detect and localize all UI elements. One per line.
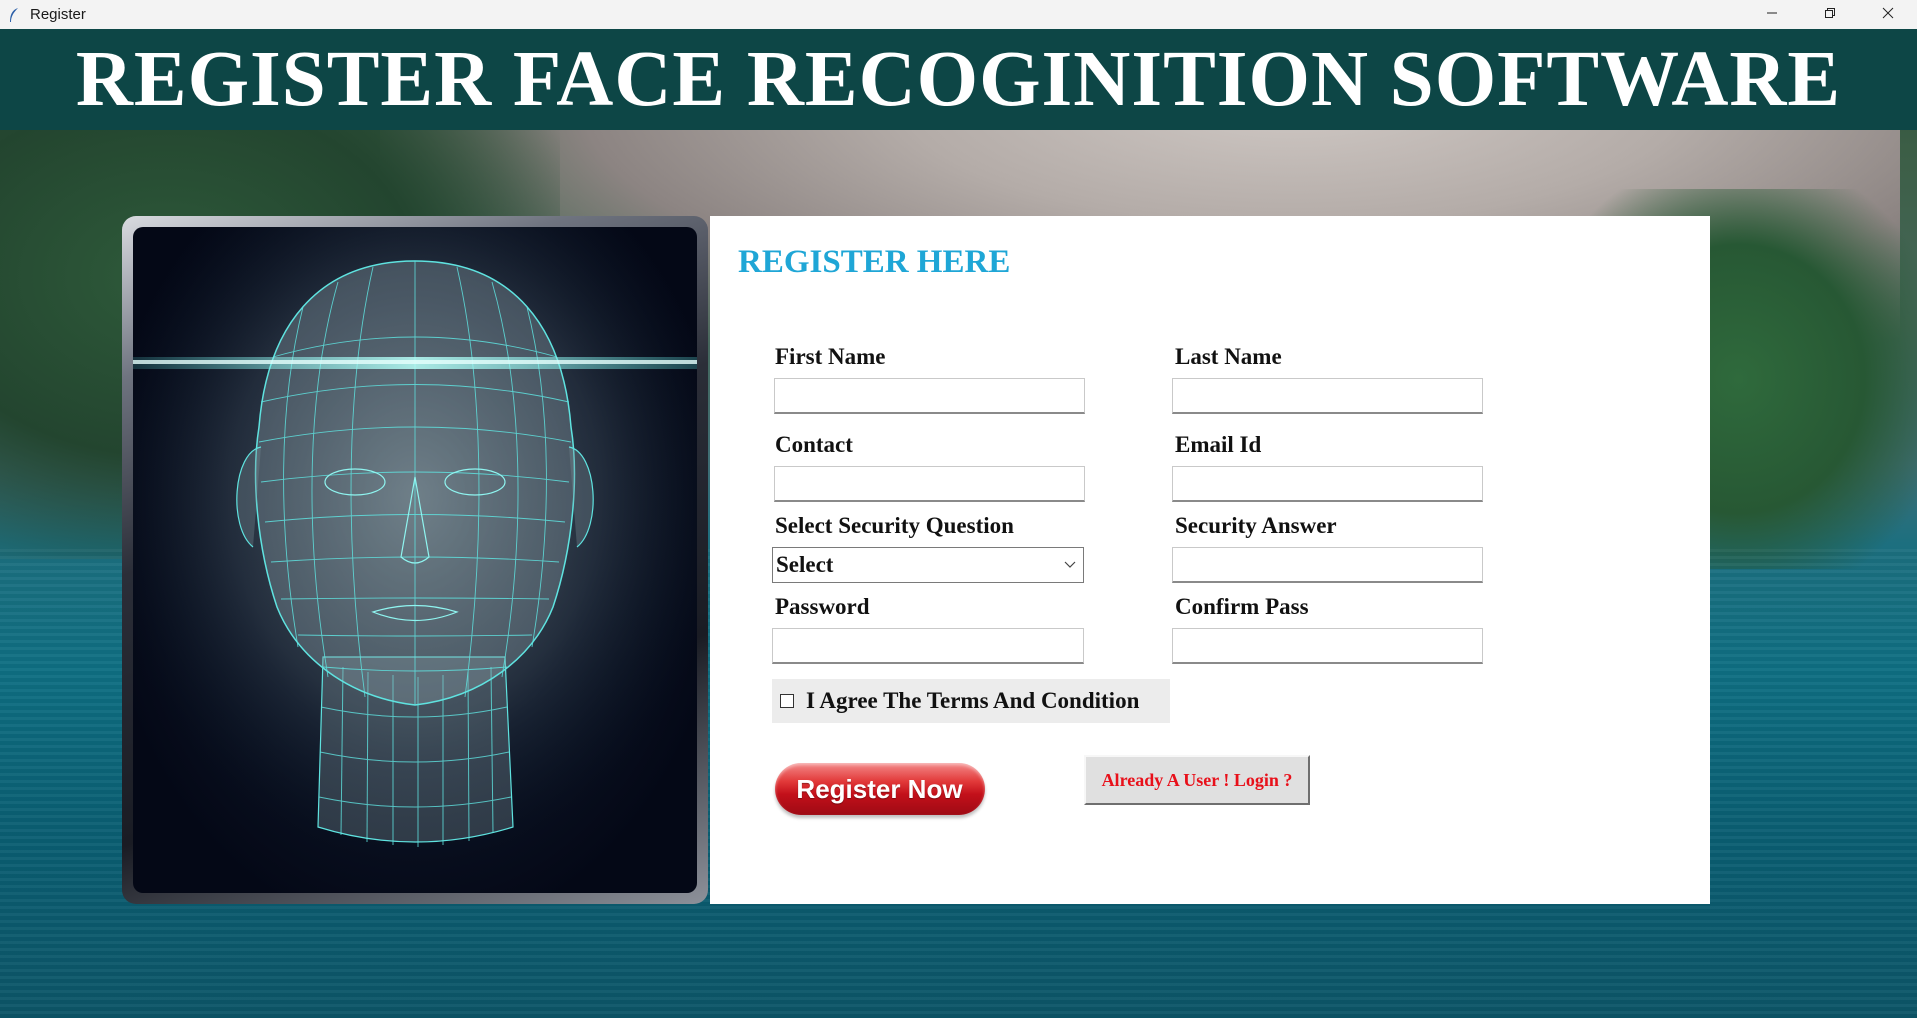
face-wireframe-image (133, 227, 697, 893)
email-input[interactable] (1172, 466, 1483, 502)
terms-label: I Agree The Terms And Condition (806, 688, 1140, 713)
login-button-label: Already A User ! Login ? (1101, 769, 1293, 790)
register-now-pill: Register Now (774, 763, 985, 815)
minimize-button[interactable] (1743, 0, 1801, 29)
restore-icon (1824, 6, 1836, 24)
window-titlebar: Register (0, 0, 1917, 29)
terms-checkbox[interactable] (780, 694, 794, 708)
close-icon (1882, 6, 1894, 24)
first-name-label: First Name (775, 344, 886, 369)
contact-label: Contact (775, 432, 853, 457)
register-form-panel: REGISTER HERE First Name Last Name Conta… (710, 216, 1710, 904)
face-mesh-illustration (133, 227, 697, 893)
register-heading: REGISTER HERE (738, 244, 1011, 280)
security-answer-label: Security Answer (1175, 513, 1337, 538)
security-answer-input[interactable] (1172, 547, 1483, 583)
feather-icon (6, 7, 22, 23)
last-name-label: Last Name (1175, 344, 1282, 369)
restore-button[interactable] (1801, 0, 1859, 29)
email-label: Email Id (1175, 432, 1262, 457)
banner-title: REGISTER FACE RECOGINITION SOFTWARE (75, 35, 1842, 123)
security-question-select[interactable]: Select (772, 547, 1084, 583)
security-question-label: Select Security Question (775, 513, 1014, 538)
password-input[interactable] (772, 628, 1084, 664)
confirm-password-label: Confirm Pass (1175, 594, 1309, 619)
register-now-button[interactable]: Register Now (772, 753, 987, 825)
confirm-password-input[interactable] (1172, 628, 1483, 664)
terms-checkbox-row[interactable]: I Agree The Terms And Condition (772, 679, 1170, 723)
first-name-input[interactable] (774, 378, 1085, 414)
register-now-label: Register Now (796, 773, 963, 804)
header-banner: REGISTER FACE RECOGINITION SOFTWARE (0, 29, 1917, 130)
last-name-input[interactable] (1172, 378, 1483, 414)
face-image-frame (122, 216, 708, 904)
minimize-icon (1766, 6, 1778, 24)
security-question-selected: Select (776, 552, 834, 577)
chevron-down-icon (1063, 558, 1077, 572)
window-controls (1743, 0, 1917, 29)
close-button[interactable] (1859, 0, 1917, 29)
window-title: Register (30, 6, 86, 23)
contact-input[interactable] (774, 466, 1085, 502)
password-label: Password (775, 594, 870, 619)
login-button[interactable]: Already A User ! Login ? (1084, 755, 1310, 805)
